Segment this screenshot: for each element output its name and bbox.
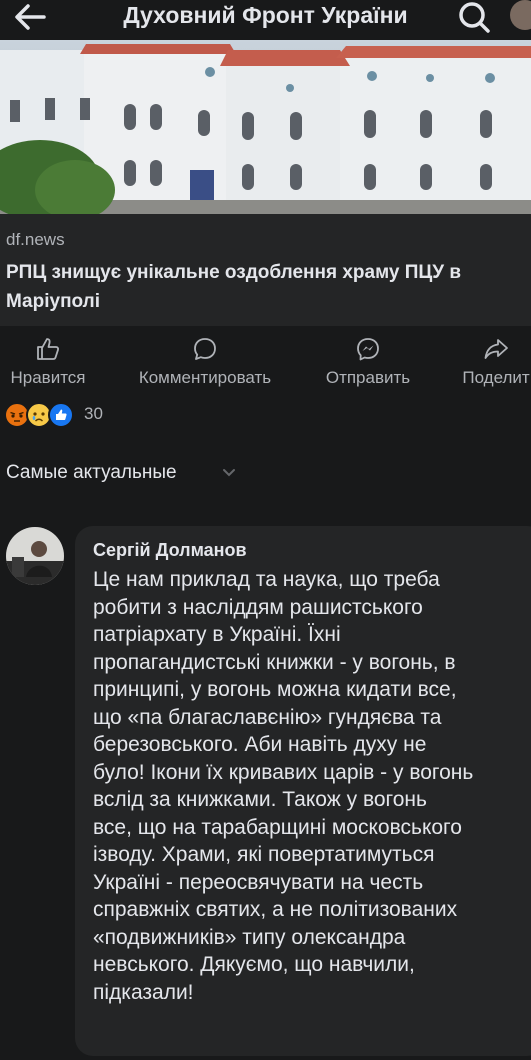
send-label: Отправить bbox=[325, 368, 411, 387]
comment-sort-dropdown[interactable]: Самые актуальные bbox=[6, 462, 177, 484]
avatar[interactable] bbox=[6, 527, 64, 585]
comment-text: Це нам приклад та наука, що треба робити… bbox=[93, 568, 474, 1004]
share-button[interactable]: Поделит bbox=[446, 336, 531, 392]
comment-icon bbox=[194, 338, 216, 360]
link-domain: df.news bbox=[6, 230, 65, 249]
like-button[interactable]: Нравится bbox=[0, 336, 96, 392]
comment-button[interactable]: Комментировать bbox=[120, 336, 290, 392]
page-title: Духовний Фронт України bbox=[123, 2, 408, 28]
link-preview[interactable]: df.news РПЦ знищує унікальне оздоблення … bbox=[0, 214, 531, 326]
comment-author[interactable]: Сергій Долманов bbox=[93, 540, 247, 561]
like-label: Нравится bbox=[10, 368, 86, 387]
link-title: РПЦ знищує унікальне оздоблення храму ПЦ… bbox=[6, 262, 462, 312]
share-icon bbox=[484, 339, 508, 359]
article-image[interactable] bbox=[0, 40, 531, 214]
send-button[interactable]: Отправить bbox=[310, 336, 426, 392]
reaction-count: 30 bbox=[84, 404, 103, 423]
share-label: Поделит bbox=[462, 368, 530, 387]
post-actions: Нравится Комментировать Отправить Подели… bbox=[0, 336, 531, 392]
comment-bubble: Сергій Долманов Це нам приклад та наука,… bbox=[75, 526, 531, 1056]
search-button[interactable] bbox=[456, 0, 492, 34]
like-icon bbox=[37, 338, 60, 360]
like-reaction-icon bbox=[48, 402, 74, 428]
messenger-icon bbox=[357, 338, 379, 361]
comment-label: Комментировать bbox=[138, 368, 272, 387]
search-icon bbox=[459, 2, 490, 33]
top-bar: Духовний Фронт України bbox=[0, 0, 531, 40]
chevron-down-icon[interactable] bbox=[222, 468, 236, 478]
